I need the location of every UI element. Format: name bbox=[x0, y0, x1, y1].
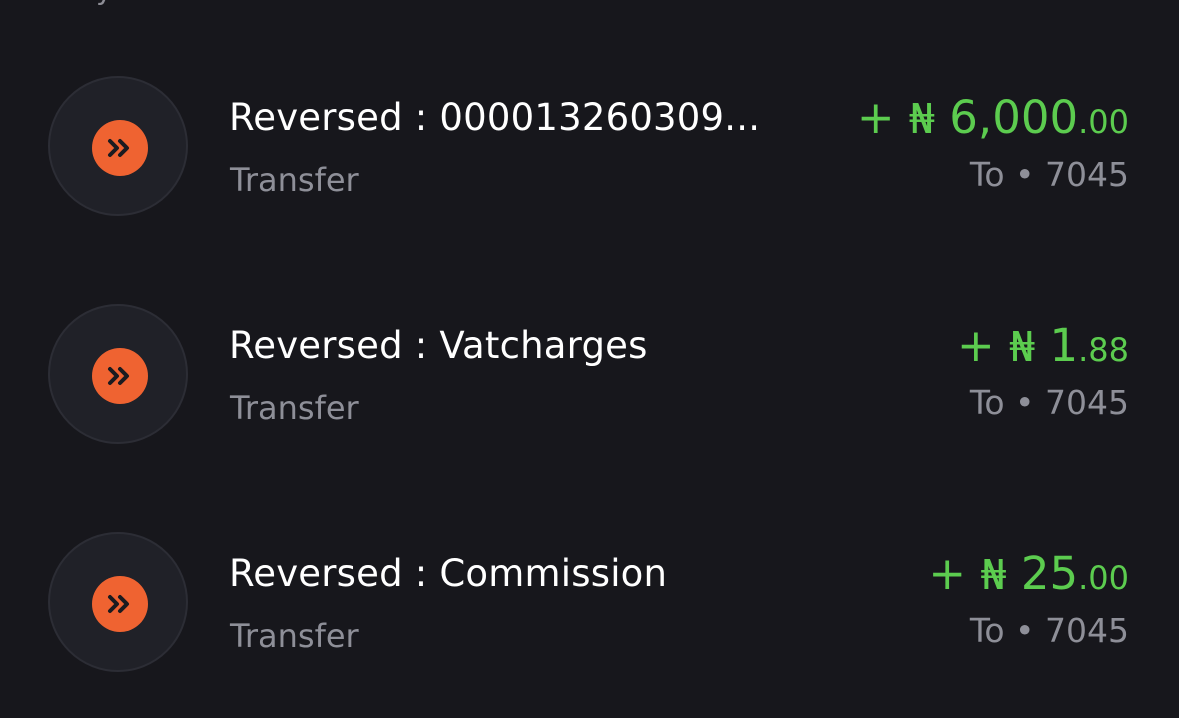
transaction-destination: To • 7045 bbox=[969, 383, 1129, 422]
amount-decimal: .88 bbox=[1078, 331, 1129, 369]
amount-main: 25 bbox=[1020, 547, 1079, 600]
transaction-title: Reversed : Vatcharges bbox=[229, 324, 648, 367]
transaction-item[interactable]: Reversed : Commission Transfer + ₦ 25.00… bbox=[0, 530, 1179, 690]
amount-sign: + bbox=[856, 91, 895, 144]
transaction-title: Reversed : Commission bbox=[229, 552, 668, 595]
transaction-amount: + ₦ 1.88 bbox=[957, 320, 1129, 376]
currency-symbol: ₦ bbox=[908, 95, 935, 143]
double-chevron-right-icon bbox=[92, 576, 148, 632]
transaction-item[interactable]: Reversed : Vatcharges Transfer + ₦ 1.88 … bbox=[0, 302, 1179, 462]
transaction-destination: To • 7045 bbox=[969, 611, 1129, 650]
transaction-icon-circle bbox=[48, 304, 188, 444]
amount-decimal: .00 bbox=[1078, 103, 1129, 141]
transaction-icon-circle bbox=[48, 532, 188, 672]
transaction-destination: To • 7045 bbox=[969, 155, 1129, 194]
amount-sign: + bbox=[928, 547, 967, 600]
transaction-type: Transfer bbox=[230, 389, 359, 427]
amount-decimal: .00 bbox=[1078, 559, 1129, 597]
transaction-item[interactable]: Reversed : 000013260309... Transfer + ₦ … bbox=[0, 74, 1179, 234]
transaction-icon-circle bbox=[48, 76, 188, 216]
double-chevron-right-icon bbox=[92, 348, 148, 404]
amount-sign: + bbox=[957, 319, 995, 372]
transaction-amount: + ₦ 6,000.00 bbox=[857, 92, 1129, 148]
currency-symbol: ₦ bbox=[980, 551, 1007, 599]
transaction-title: Reversed : 000013260309... bbox=[229, 96, 761, 139]
amount-main: 1 bbox=[1049, 319, 1079, 372]
currency-symbol: ₦ bbox=[1009, 323, 1036, 371]
amount-main: 6,000 bbox=[949, 91, 1079, 144]
transaction-list: Reversed : 000013260309... Transfer + ₦ … bbox=[0, 0, 1179, 718]
transaction-type: Transfer bbox=[230, 161, 359, 199]
double-chevron-right-icon bbox=[92, 120, 148, 176]
transaction-amount: + ₦ 25.00 bbox=[928, 548, 1129, 604]
transaction-type: Transfer bbox=[230, 617, 359, 655]
